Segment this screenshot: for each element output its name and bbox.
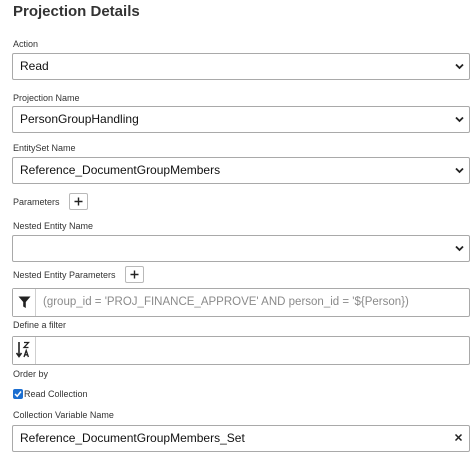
clear-icon[interactable] <box>454 433 463 442</box>
projection-name-select[interactable]: PersonGroupHandling <box>12 106 470 133</box>
collection-variable-name-value: Reference_DocumentGroupMembers_Set <box>20 431 245 445</box>
plus-icon <box>130 270 139 279</box>
sort-alpha-icon <box>16 341 30 358</box>
filter-input-group[interactable]: (group_id = 'PROJ_FINANCE_APPROVE' AND p… <box>12 288 470 317</box>
action-label: Action <box>13 39 39 49</box>
filter-icon <box>18 296 31 308</box>
parameters-label: Parameters <box>13 197 60 207</box>
projection-name-value: PersonGroupHandling <box>20 112 139 126</box>
chevron-down-icon <box>455 167 464 174</box>
read-collection-label: Read Collection <box>24 389 88 399</box>
action-select[interactable]: Read <box>12 53 470 80</box>
chevron-down-icon <box>455 116 464 123</box>
projection-name-label: Projection Name <box>13 93 80 103</box>
nested-entity-name-label: Nested Entity Name <box>13 221 94 231</box>
order-by-label: Order by <box>13 369 49 379</box>
chevron-down-icon <box>455 245 464 252</box>
add-nested-parameter-button[interactable] <box>125 266 144 283</box>
filter-addon[interactable] <box>13 289 36 316</box>
action-select-value: Read <box>20 59 49 73</box>
nested-entity-name-select[interactable] <box>12 235 470 262</box>
define-filter-label: Define a filter <box>13 320 67 330</box>
order-by-addon[interactable] <box>13 337 36 364</box>
order-by-input-group[interactable] <box>12 336 470 365</box>
collection-variable-name-label: Collection Variable Name <box>13 410 114 420</box>
add-parameter-button[interactable] <box>69 193 88 210</box>
checkmark-icon <box>14 391 22 398</box>
filter-input[interactable]: (group_id = 'PROJ_FINANCE_APPROVE' AND p… <box>43 289 409 316</box>
entityset-name-value: Reference_DocumentGroupMembers <box>20 163 221 177</box>
panel-title: Projection Details <box>13 3 140 20</box>
plus-icon <box>74 197 83 206</box>
collection-variable-name-input[interactable]: Reference_DocumentGroupMembers_Set <box>12 425 470 452</box>
chevron-down-icon <box>455 63 464 70</box>
entityset-name-select[interactable]: Reference_DocumentGroupMembers <box>12 157 470 184</box>
read-collection-checkbox[interactable] <box>13 389 23 399</box>
entityset-name-label: EntitySet Name <box>13 143 76 153</box>
nested-entity-parameters-label: Nested Entity Parameters <box>13 270 116 280</box>
